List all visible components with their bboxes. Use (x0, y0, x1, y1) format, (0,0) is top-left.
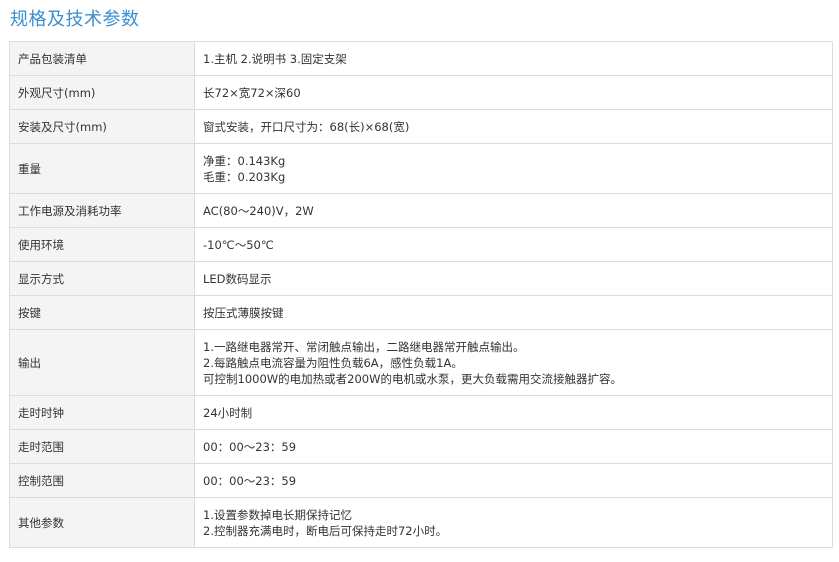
value-line: -10℃～50℃ (203, 237, 274, 252)
row-key: 走时范围 (9, 429, 195, 464)
row-value: 窗式安装，开口尺寸为：68(长)×68(宽) (194, 109, 833, 144)
row-value: 长72×宽72×深60 (194, 75, 833, 110)
table-row: 输出 1.一路继电器常开、常闭触点输出，二路继电器常开触点输出。 2.每路触点电… (9, 329, 833, 396)
row-value: -10℃～50℃ (194, 227, 833, 262)
row-value: 00：00～23：59 (194, 463, 833, 498)
table-row: 工作电源及消耗功率 AC(80～240)V，2W (9, 193, 833, 228)
value-line: 24小时制 (203, 405, 253, 420)
value-line: 净重：0.143Kg (203, 153, 286, 168)
row-key: 使用环境 (9, 227, 195, 262)
value-line: 按压式薄膜按键 (203, 305, 284, 320)
table-row: 重量 净重：0.143Kg 毛重：0.203Kg (9, 143, 833, 194)
row-key: 其他参数 (9, 497, 195, 548)
page-title: 规格及技术参数 (10, 9, 140, 30)
table-row: 按键 按压式薄膜按键 (9, 295, 833, 330)
value-line: 2.控制器充满电时，断电后可保持走时72小时。 (203, 523, 448, 538)
value-line: LED数码显示 (203, 271, 272, 286)
value-line: 长72×宽72×深60 (203, 85, 301, 100)
table-row: 走时时钟 24小时制 (9, 395, 833, 430)
row-value: 净重：0.143Kg 毛重：0.203Kg (194, 143, 833, 194)
value-line: 1.设置参数掉电长期保持记忆 (203, 507, 352, 522)
table-row: 其他参数 1.设置参数掉电长期保持记忆 2.控制器充满电时，断电后可保持走时72… (9, 497, 833, 548)
row-value: 按压式薄膜按键 (194, 295, 833, 330)
row-key: 输出 (9, 329, 195, 396)
spec-table: 产品包装清单 1.主机 2.说明书 3.固定支架 外观尺寸(mm) 长72×宽7… (9, 41, 833, 548)
row-key: 工作电源及消耗功率 (9, 193, 195, 228)
row-key: 按键 (9, 295, 195, 330)
row-value: 00：00～23：59 (194, 429, 833, 464)
row-key: 显示方式 (9, 261, 195, 296)
value-line: 窗式安装，开口尺寸为：68(长)×68(宽) (203, 119, 410, 134)
value-line: 毛重：0.203Kg (203, 169, 286, 184)
row-value: 24小时制 (194, 395, 833, 430)
row-value: 1.设置参数掉电长期保持记忆 2.控制器充满电时，断电后可保持走时72小时。 (194, 497, 833, 548)
row-key: 安装及尺寸(mm) (9, 109, 195, 144)
value-line: 00：00～23：59 (203, 439, 297, 454)
table-row: 显示方式 LED数码显示 (9, 261, 833, 296)
row-value: LED数码显示 (194, 261, 833, 296)
value-line: 可控制1000W的电加热或者200W的电机或水泵，更大负载需用交流接触器扩容。 (203, 371, 622, 386)
value-line: 00：00～23：59 (203, 473, 297, 488)
table-row: 控制范围 00：00～23：59 (9, 463, 833, 498)
row-key: 重量 (9, 143, 195, 194)
row-value: AC(80～240)V，2W (194, 193, 833, 228)
table-row: 走时范围 00：00～23：59 (9, 429, 833, 464)
row-key: 产品包装清单 (9, 41, 195, 76)
value-line: 1.主机 2.说明书 3.固定支架 (203, 51, 347, 66)
row-key: 外观尺寸(mm) (9, 75, 195, 110)
table-row: 产品包装清单 1.主机 2.说明书 3.固定支架 (9, 41, 833, 76)
row-key: 控制范围 (9, 463, 195, 498)
table-row: 使用环境 -10℃～50℃ (9, 227, 833, 262)
value-line: AC(80～240)V，2W (203, 203, 314, 218)
value-line: 2.每路触点电流容量为阻性负载6A，感性负载1A。 (203, 355, 463, 370)
table-row: 外观尺寸(mm) 长72×宽72×深60 (9, 75, 833, 110)
row-value: 1.主机 2.说明书 3.固定支架 (194, 41, 833, 76)
row-value: 1.一路继电器常开、常闭触点输出，二路继电器常开触点输出。 2.每路触点电流容量… (194, 329, 833, 396)
row-key: 走时时钟 (9, 395, 195, 430)
table-row: 安装及尺寸(mm) 窗式安装，开口尺寸为：68(长)×68(宽) (9, 109, 833, 144)
spec-page: 规格及技术参数 产品包装清单 1.主机 2.说明书 3.固定支架 外观尺寸(mm… (0, 0, 839, 562)
value-line: 1.一路继电器常开、常闭触点输出，二路继电器常开触点输出。 (203, 339, 525, 354)
